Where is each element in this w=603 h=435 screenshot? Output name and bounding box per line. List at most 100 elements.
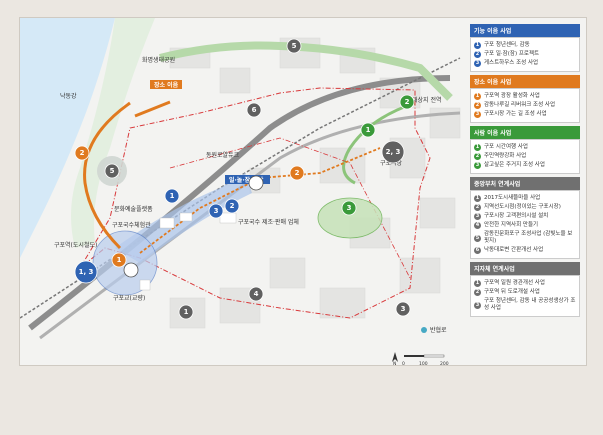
marker-m1g-label: 1 [366, 126, 371, 134]
scale-200: 200 [440, 362, 449, 367]
legend-item: 3 게스트하우스 조성 사업 [474, 60, 576, 67]
legend-item: 2 구포역 뒤 도로개설 사업 [474, 289, 576, 296]
legend-number-badge: 3 [474, 162, 481, 169]
legend-number-badge: 1 [474, 280, 481, 287]
scale-bar: N 0 100 200 [388, 350, 458, 368]
legend-item: 1 구포 청년센터, 감동 [474, 42, 576, 49]
legend-item-text: 감동나루길 리버워크 조성 사업 [484, 102, 556, 108]
map-panel: 낙동강 화명생태공원 장소 이음 대상지 전역 동원로얄듀크 구포시장 일·놀·… [19, 17, 587, 368]
marker-m13-label: 1, 3 [79, 268, 94, 276]
marker-m1w-label: 1 [129, 266, 134, 274]
legend-item-text: 구포 시간여행 사업 [484, 144, 528, 150]
legend-item-text: 2017도시새뜰마을 사업 [484, 195, 541, 201]
legend-group-title: 기능 이음 사업 [470, 24, 580, 37]
label-han-river: 낙동강 [60, 92, 77, 100]
legend-item-text: 주민역량강화 사업 [484, 153, 527, 159]
legend-item: 3 구포시장 가는 길 조성 사업 [474, 111, 576, 118]
legend-group-3: 중앙부처 연계사업 1 2017도시새뜰마을 사업 2 지역선도시점(정이있는 구포시장… [470, 177, 580, 259]
legend-item: 1 구포역 일원 경관개선 사업 [474, 280, 576, 287]
legend-number-badge: 1 [474, 144, 481, 151]
legend-item: 1 구포역 광장 활성화 사업 [474, 93, 576, 100]
legend-number-badge: 2 [474, 153, 481, 160]
legend-number-badge: 3 [474, 213, 481, 220]
legend-panel: 기능 이음 사업 1 구포 청년센터, 감동 2 구포 일·잠(잠) 프로젝트 3 게스트하… [470, 24, 580, 320]
marker-m5b-label: 5 [110, 167, 115, 175]
legend-number-badge: 3 [474, 301, 481, 309]
label-culture-center: 문화예술플랫폼 [114, 205, 153, 213]
legend-number-badge: 4 [474, 222, 481, 229]
legend-item: 6 낙동대로변 간판개선 사업 [474, 247, 576, 254]
marker-m3d-label: 3 [401, 305, 406, 313]
label-dongwon: 동원로얄듀크 [206, 151, 240, 159]
label-gupo-station: 구포역(도시철도) [54, 241, 97, 249]
legend-group-title: 지자체 연계사업 [470, 262, 580, 275]
label-noodle-sales: 구포국수 제조·판매 업체 [238, 218, 299, 226]
marker-m23-label: 2, 3 [386, 148, 401, 156]
legend-item: 1 구포 시간여행 사업 [474, 144, 576, 151]
legend-group-body: 1 구포역 광장 활성화 사업 2 감동나루길 리버워크 조성 사업 3 구포시장 가는 … [470, 88, 580, 123]
page-frame: 낙동강 화명생태공원 장소 이음 대상지 전역 동원로얄듀크 구포시장 일·놀·… [0, 0, 603, 435]
marker-m6-label: 6 [252, 106, 257, 114]
marker-m2a-label: 2 [80, 149, 85, 157]
legend-item: 2 구포 일·잠(잠) 프로젝트 [474, 51, 576, 58]
legend-item: 5 감동진문화포구 조성사업 (감빛노을 보핏지) [474, 231, 576, 245]
legend-item: 2 지역선도시점(정이있는 구포시장) [474, 204, 576, 211]
legend-group-0: 기능 이음 사업 1 구포 청년센터, 감동 2 구포 일·잠(잠) 프로젝트 3 게스트하… [470, 24, 580, 72]
label-diagonal: 대상지 전역 [412, 96, 442, 104]
label-noodle-exp: 구포국수체험관 [112, 221, 151, 229]
legend-item: 2 감동나루길 리버워크 조성 사업 [474, 102, 576, 109]
scale-100: 100 [419, 362, 428, 367]
marker-m2w-label: 2 [254, 179, 259, 187]
scale-n: N [393, 362, 397, 367]
marker-m3g-label: 3 [347, 204, 352, 212]
scale-0: 0 [402, 362, 405, 367]
legend-item-text: 구포역 광장 활성화 사업 [484, 93, 540, 99]
legend-group-body: 1 구포 시간여행 사업 2 주민역량강화 사업 3 살고싶은 주거지 조성 사업 [470, 139, 580, 174]
legend-item: 3 구포시장 고객편의시설 설치 [474, 213, 576, 220]
marker-m2bb-label: 2 [230, 202, 235, 210]
legend-number-badge: 3 [474, 60, 481, 67]
legend-item-text: 구포 일·잠(잠) 프로젝트 [484, 51, 540, 57]
marker-m4-label: 4 [254, 290, 259, 298]
legend-group-body: 1 2017도시새뜰마을 사업 2 지역선도시점(정이있는 구포시장) 3 구포시장 고객… [470, 190, 580, 259]
legend-item-text: 구포시장 고객편의시설 설치 [484, 213, 549, 219]
label-branch-road: 반협로 [430, 326, 447, 334]
legend-number-badge: 2 [474, 102, 481, 109]
marker-m1d-label: 1 [184, 308, 189, 316]
marker-m3b-label: 3 [214, 207, 219, 215]
legend-number-badge: 6 [474, 247, 481, 254]
marker-m5a-label: 5 [292, 42, 297, 50]
legend-item: 2 주민역량강화 사업 [474, 153, 576, 160]
legend-number-badge: 5 [474, 234, 481, 242]
legend-group-4: 지자체 연계사업 1 구포역 일원 경관개선 사업 2 구포역 뒤 도로개설 사업 3 구포… [470, 262, 580, 317]
scale-segment-2 [423, 354, 445, 358]
legend-number-badge: 1 [474, 93, 481, 100]
legend-group-2: 사람 이음 사업 1 구포 시간여행 사업 2 주민역량강화 사업 3 살고싶은 주거지 조… [470, 126, 580, 174]
legend-item: 3 살고싶은 주거지 조성 사업 [474, 162, 576, 169]
label-space-use: 장소 이음 [154, 81, 179, 89]
north-arrow-icon [392, 352, 398, 362]
legend-group-title: 장소 이음 사업 [470, 75, 580, 88]
label-gupo-bridge: 구포교(교량) [113, 295, 145, 302]
legend-number-badge: 1 [474, 42, 481, 49]
legend-number-badge: 3 [474, 111, 481, 118]
legend-item-text: 살고싶은 주거지 조성 사업 [484, 162, 545, 168]
legend-item: 4 안전한 지역사회 만들기 [474, 222, 576, 229]
legend-number-badge: 1 [474, 195, 481, 202]
legend-item-text: 지역선도시점(정이있는 구포시장) [484, 204, 561, 210]
label-eco-park: 화명생태공원 [142, 56, 175, 64]
legend-item-text: 낙동대로변 간판개선 사업 [484, 247, 544, 253]
legend-item-text: 구포역 일원 경관개선 사업 [484, 280, 545, 286]
legend-group-1: 장소 이음 사업 1 구포역 광장 활성화 사업 2 감동나루길 리버워크 조성 사업 3… [470, 75, 580, 123]
legend-item-text: 게스트하우스 조성 사업 [484, 60, 539, 66]
marker-m2b-label: 2 [405, 98, 410, 106]
marker-m2o-label: 2 [295, 169, 300, 177]
marker-m1b-label: 1 [170, 192, 175, 200]
legend-number-badge: 2 [474, 289, 481, 296]
legend-group-title: 중앙부처 연계사업 [470, 177, 580, 190]
legend-item-text: 감동진문화포구 조성사업 (감빛노을 보핏지) [484, 231, 573, 244]
legend-item: 3 구포 청년센터, 감동 내 공공성생상가 조성 사업 [474, 298, 576, 312]
legend-number-badge: 2 [474, 51, 481, 58]
scale-segment-1 [404, 355, 424, 357]
legend-item-text: 구포시장 가는 길 조성 사업 [484, 111, 547, 117]
